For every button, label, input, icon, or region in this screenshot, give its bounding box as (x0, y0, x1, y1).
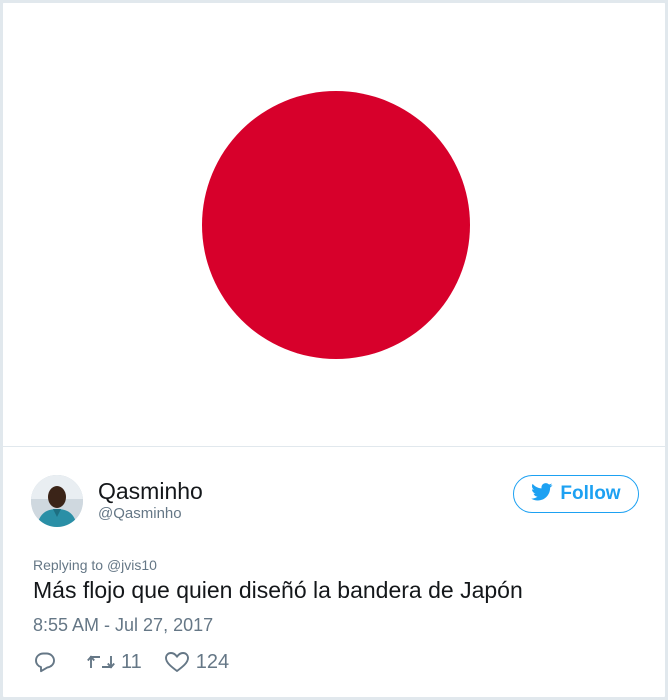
avatar-image (31, 475, 83, 527)
reply-button[interactable] (33, 651, 57, 673)
display-name[interactable]: Qasminho (98, 477, 203, 505)
tweet-image[interactable] (3, 3, 665, 447)
like-button[interactable]: 124 (164, 651, 229, 674)
follow-label: Follow (560, 483, 621, 504)
like-count: 124 (195, 650, 230, 673)
tweet-text: Más flojo que quien diseñó la bandera de… (33, 577, 523, 603)
replying-to: Replying to @jvis10 (33, 557, 157, 573)
reply-icon (33, 651, 57, 673)
tweet-card: Qasminho @Qasminho Follow Replying to @j… (2, 2, 666, 698)
retweet-count: 11 (121, 650, 142, 673)
heart-icon (164, 651, 190, 673)
replying-prefix: Replying to (33, 557, 104, 573)
tweet-actions: 11 124 (33, 649, 229, 675)
red-circle (202, 91, 470, 359)
retweet-button[interactable]: 11 (87, 651, 142, 674)
tweet-timestamp[interactable]: 8:55 AM - Jul 27, 2017 (33, 614, 213, 636)
user-handle[interactable]: @Qasminho (98, 505, 182, 523)
follow-button[interactable]: Follow (513, 475, 639, 513)
retweet-icon (87, 651, 115, 673)
twitter-bird-icon (531, 482, 553, 506)
reply-mention-link[interactable]: @jvis10 (107, 557, 157, 573)
avatar[interactable] (31, 475, 83, 527)
